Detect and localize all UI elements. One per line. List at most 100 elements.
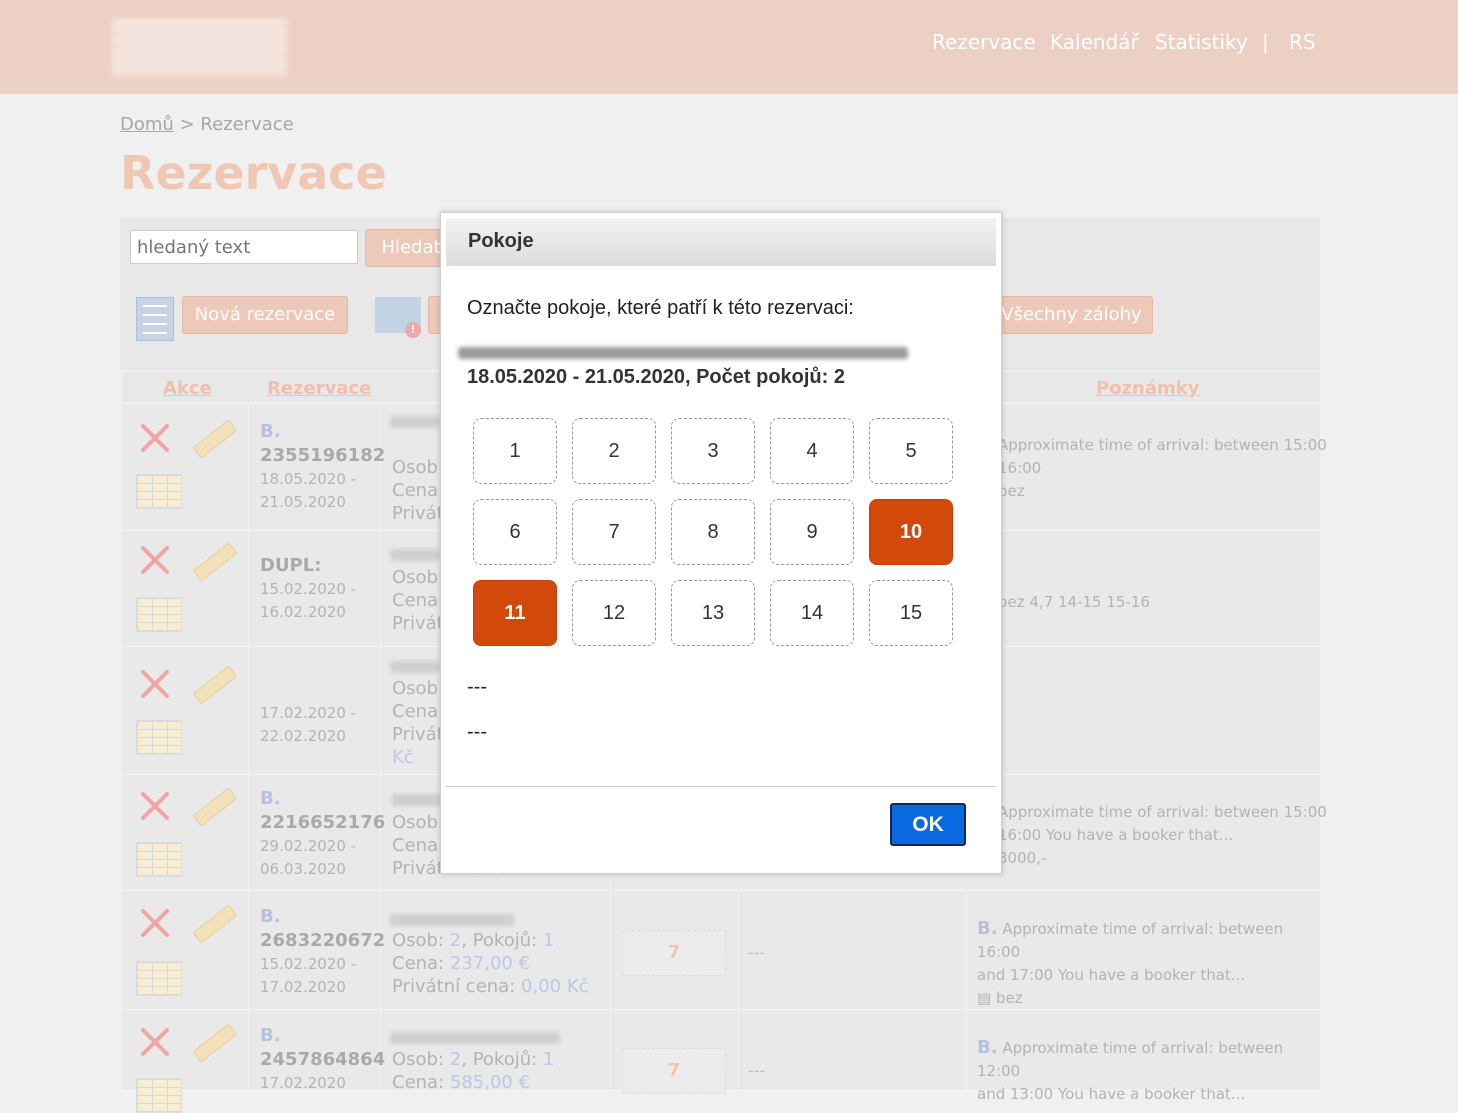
room-number-box[interactable]: 7 xyxy=(622,930,726,976)
cena-label: Cena: xyxy=(392,701,445,722)
redacted-guest-name xyxy=(390,1032,560,1044)
room-button-13[interactable]: 13 xyxy=(671,580,755,646)
private-price-value: 0,00 Kč xyxy=(521,976,589,997)
new-document-icon xyxy=(136,297,174,341)
delete-icon[interactable] xyxy=(138,667,172,701)
breadcrumb-current: Rezervace xyxy=(200,114,294,135)
date-from: 15.02.2020 - xyxy=(260,955,357,973)
rooms-table-icon[interactable] xyxy=(136,842,182,877)
nav-statistiky[interactable]: Statistiky xyxy=(1155,30,1248,54)
room-number-box[interactable]: 7 xyxy=(622,1048,726,1094)
delete-icon[interactable] xyxy=(138,1025,172,1059)
room-button-9[interactable]: 9 xyxy=(770,499,854,565)
breadcrumb: Domů > Rezervace xyxy=(120,114,294,135)
room-button-7[interactable]: 7 xyxy=(572,499,656,565)
rooms-table-icon[interactable] xyxy=(136,720,182,755)
nav-kalendar[interactable]: Kalendář xyxy=(1050,30,1139,54)
site-logo[interactable] xyxy=(112,20,287,76)
nav-separator: | xyxy=(1262,30,1269,54)
date-from: 18.05.2020 - xyxy=(260,470,357,488)
row-note: Approximate time of arrival: between 15:… xyxy=(998,803,1327,867)
ok-button[interactable]: OK xyxy=(890,803,966,846)
redacted-guest-name xyxy=(390,914,514,926)
header-actions[interactable]: Akce xyxy=(163,378,212,399)
redacted-guest-name xyxy=(390,661,440,673)
date-from: 29.02.2020 - xyxy=(260,837,357,855)
room-button-5[interactable]: 5 xyxy=(869,418,953,484)
row-dashes: --- xyxy=(748,943,766,962)
date-from: 17.02.2020 - xyxy=(260,704,357,722)
rooms-dialog: Pokoje Označte pokoje, které patří k tét… xyxy=(440,212,1002,874)
delete-icon[interactable] xyxy=(138,906,172,940)
room-button-11-selected[interactable]: 11 xyxy=(473,580,557,646)
room-button-6[interactable]: 6 xyxy=(473,499,557,565)
delete-icon[interactable] xyxy=(138,421,172,455)
booking-source-b: B. xyxy=(260,788,281,809)
date-from: 17.02.2020 xyxy=(260,1074,346,1092)
room-button-15[interactable]: 15 xyxy=(869,580,953,646)
redacted-guest-name xyxy=(392,794,442,806)
reservation-id[interactable]: 2683220672 xyxy=(260,930,385,951)
booking-source-b: B. xyxy=(260,421,281,442)
persons-count: 2 xyxy=(449,1049,462,1070)
room-button-2[interactable]: 2 xyxy=(572,418,656,484)
dialog-line-2: --- xyxy=(467,721,487,743)
room-button-4[interactable]: 4 xyxy=(770,418,854,484)
room-button-3[interactable]: 3 xyxy=(671,418,755,484)
rooms-count: 1 xyxy=(542,930,555,951)
dialog-divider xyxy=(446,786,996,787)
redacted-guest-name xyxy=(390,549,440,561)
date-to: 16.02.2020 xyxy=(260,603,346,621)
osob-label: Osob: xyxy=(392,678,445,699)
dialog-line-1: --- xyxy=(467,676,487,698)
reservation-id[interactable]: 2355196182 xyxy=(260,445,385,466)
room-button-8[interactable]: 8 xyxy=(671,499,755,565)
rooms-table-icon[interactable] xyxy=(136,961,182,996)
row-dashes: --- xyxy=(748,1061,766,1080)
nav-rezervace[interactable]: Rezervace xyxy=(932,30,1036,54)
rooms-count: 1 xyxy=(542,1049,555,1070)
room-button-12[interactable]: 12 xyxy=(572,580,656,646)
extra-cell xyxy=(738,891,967,1009)
rooms-table-icon[interactable] xyxy=(136,1078,182,1113)
rooms-label: , Pokojů: xyxy=(461,930,538,951)
cena-label: Cena: xyxy=(392,480,445,501)
room-button-14[interactable]: 14 xyxy=(770,580,854,646)
breadcrumb-home-link[interactable]: Domů xyxy=(120,114,174,135)
dialog-instruction: Označte pokoje, které patří k této rezer… xyxy=(467,297,854,319)
nav-rs[interactable]: RS xyxy=(1289,30,1316,54)
row-note: bez 4,7 14-15 15-16 xyxy=(998,593,1150,611)
note-doc-icon: ▤ xyxy=(977,989,992,1007)
redacted-guest-name xyxy=(390,416,440,428)
search-input[interactable] xyxy=(130,230,358,264)
cena-label: Cena: xyxy=(392,953,445,974)
osob-label: Osob: xyxy=(392,812,445,833)
delete-icon[interactable] xyxy=(138,543,172,577)
osob-label: Osob: xyxy=(392,457,445,478)
delete-icon[interactable] xyxy=(138,789,172,823)
new-reservation-button[interactable]: Nová rezervace xyxy=(182,296,348,334)
osob-label: Osob: xyxy=(392,930,445,951)
reservation-id[interactable]: 2457864864 xyxy=(260,1049,385,1070)
date-to: 22.02.2020 xyxy=(260,727,346,745)
site-header: Rezervace Kalendář Statistiky | RS xyxy=(0,0,1458,94)
reservation-id[interactable]: DUPL: xyxy=(260,555,321,576)
reservation-id[interactable]: 2216652176 xyxy=(260,812,385,833)
persons-count: 2 xyxy=(449,930,462,951)
rooms-table-icon[interactable] xyxy=(136,474,182,509)
dialog-titlebar[interactable]: Pokoje xyxy=(446,218,996,266)
breadcrumb-separator: > xyxy=(179,114,195,135)
rooms-table-icon[interactable] xyxy=(136,597,182,632)
table-row: B. 2683220672 15.02.2020 - 17.02.2020 Osob… xyxy=(122,891,1320,1010)
osob-label: Osob: xyxy=(392,567,445,588)
header-reservation[interactable]: Rezervace xyxy=(267,378,371,399)
row-note: B. Approximate time of arrival: between … xyxy=(977,918,1284,1007)
all-deposits-button[interactable]: Všechny zálohy xyxy=(990,296,1153,334)
header-notes[interactable]: Poznámky xyxy=(1096,378,1199,399)
room-button-1[interactable]: 1 xyxy=(473,418,557,484)
alert-badge-icon: ! xyxy=(405,322,421,338)
date-to: 21.05.2020 xyxy=(260,493,346,511)
room-button-10-selected[interactable]: 10 xyxy=(869,499,953,565)
extra-cell xyxy=(738,1010,967,1090)
currency-kc: Kč xyxy=(392,747,414,768)
